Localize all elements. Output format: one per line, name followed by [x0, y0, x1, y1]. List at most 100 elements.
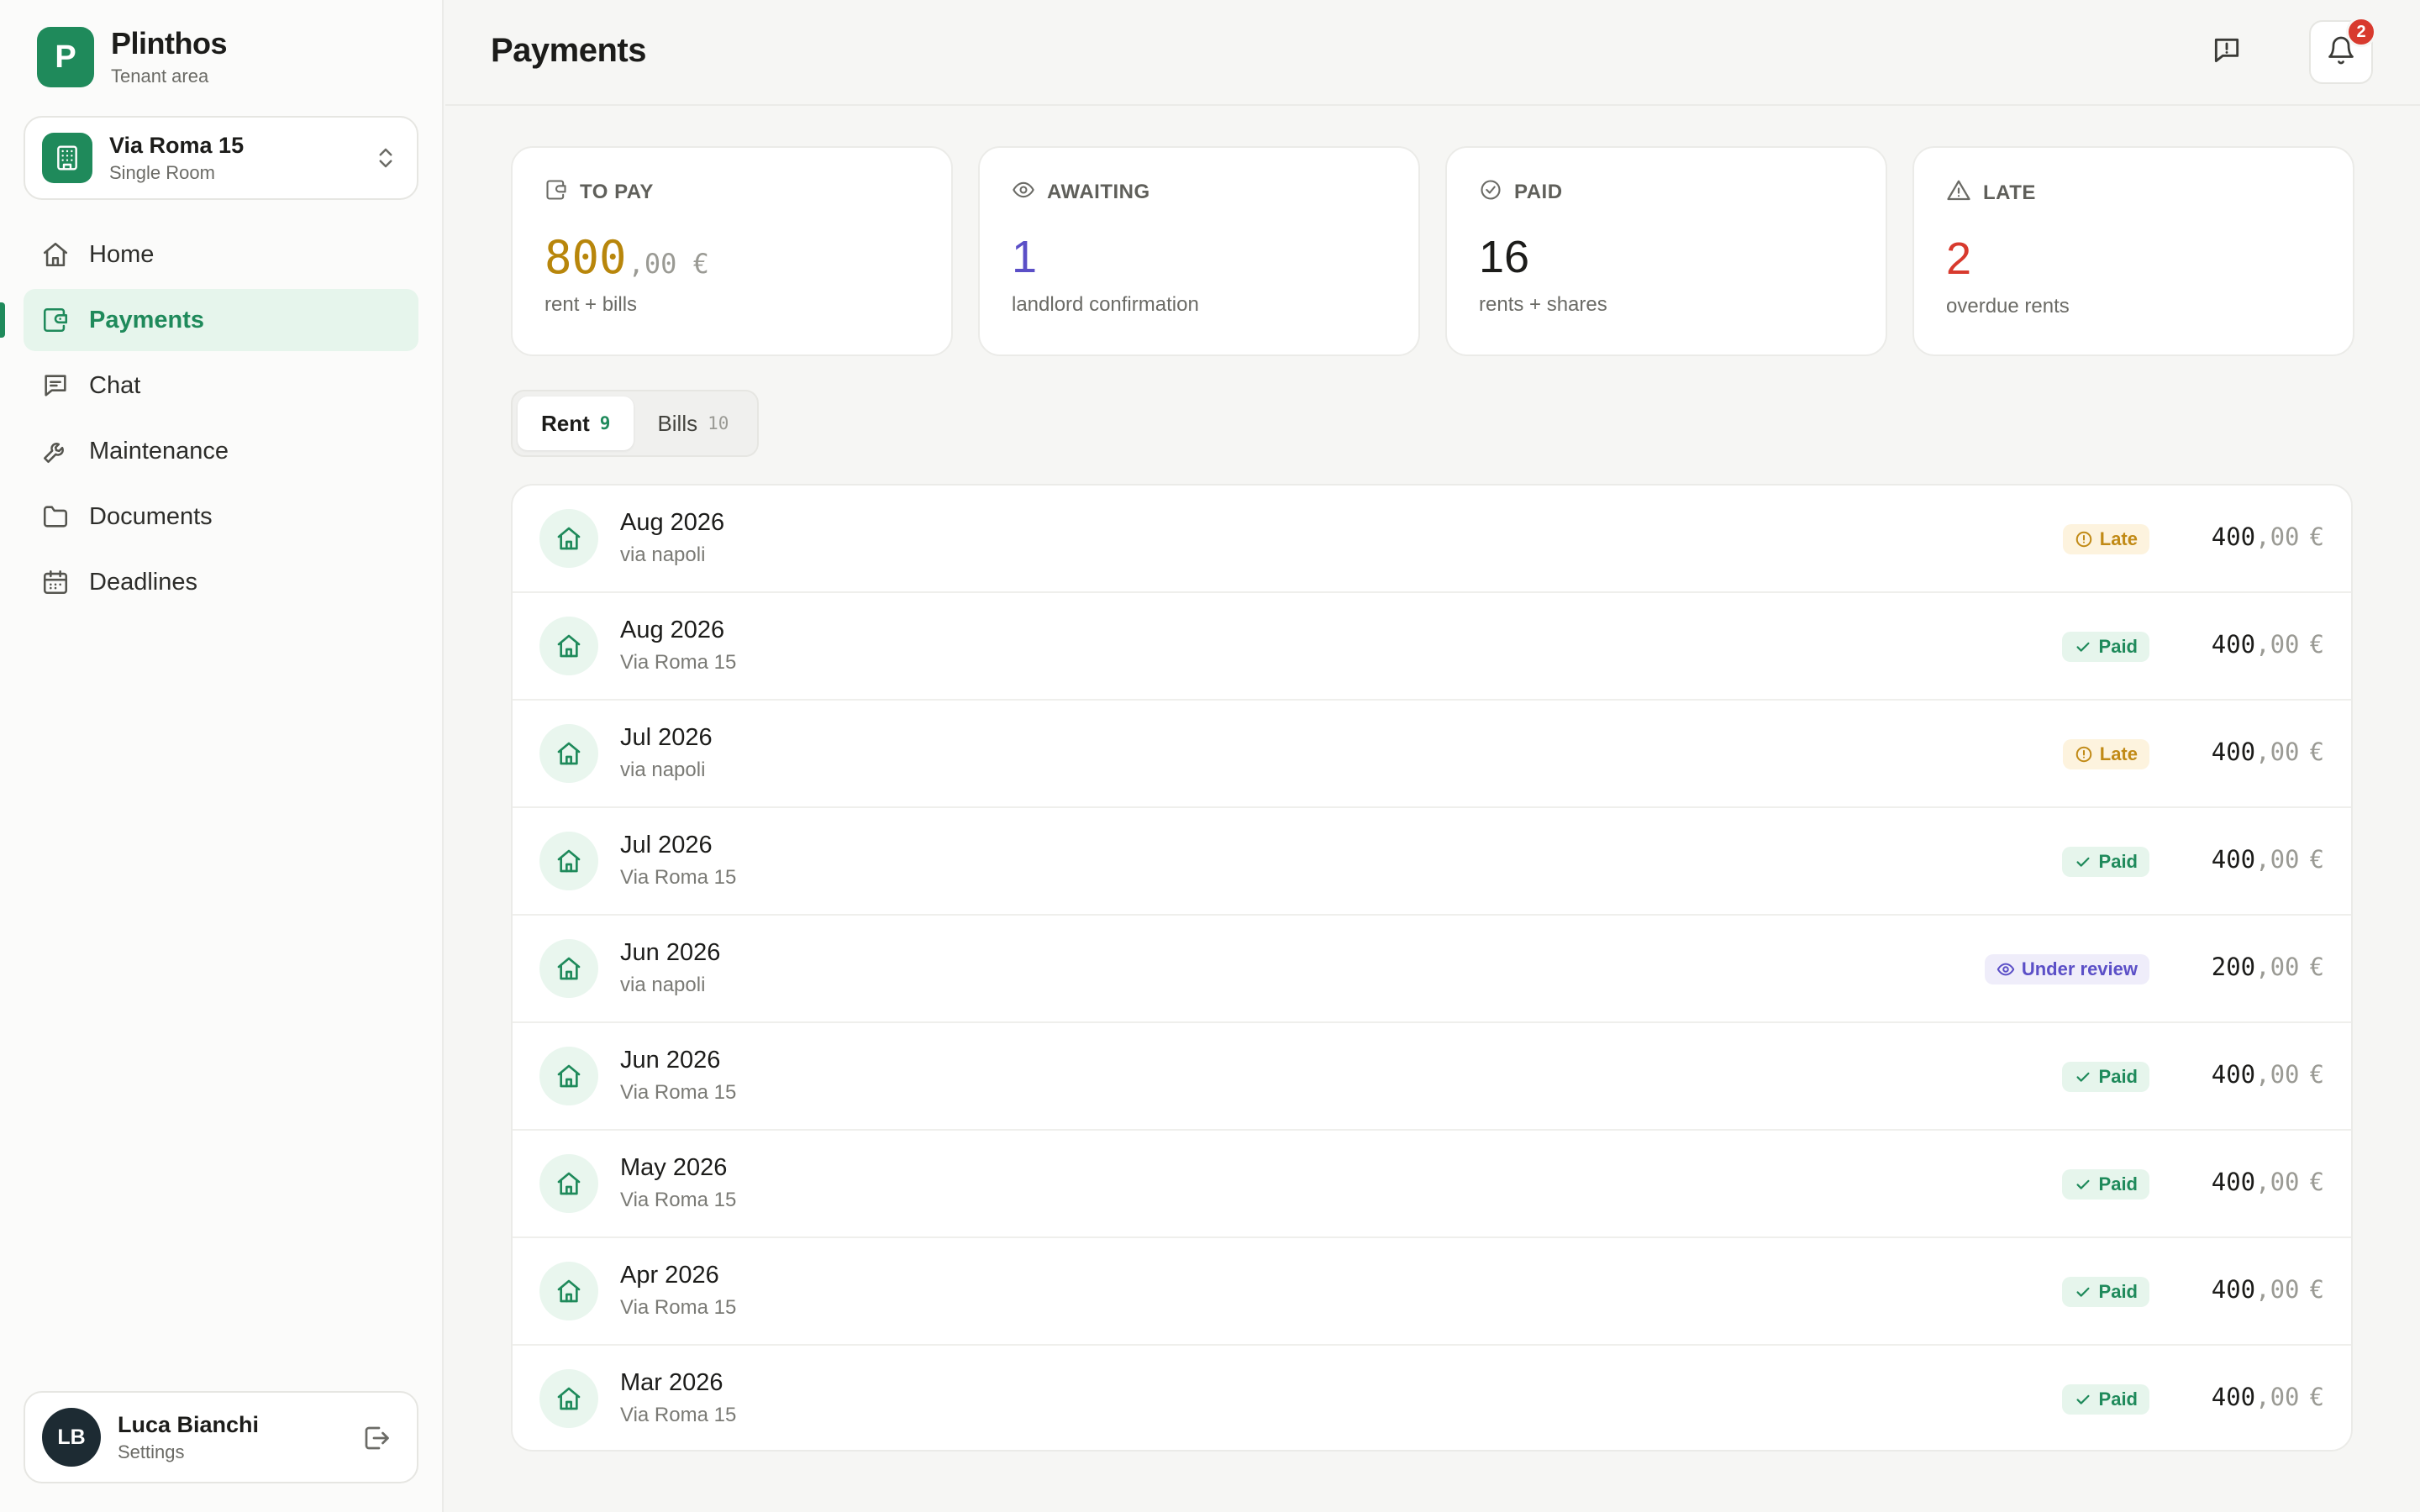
feedback-button[interactable] [2195, 20, 2259, 84]
check-icon [2074, 638, 2092, 656]
sidebar-item-payments[interactable]: Payments [0, 289, 418, 351]
payment-month: Jul 2026 [620, 832, 713, 858]
sidebar-item-home[interactable]: Home [24, 223, 418, 286]
home-icon [539, 1047, 598, 1105]
stat-subtitle: landlord confirmation [1012, 293, 1199, 316]
logout-icon[interactable] [361, 1423, 392, 1457]
payment-address: Via Roma 15 [620, 866, 737, 889]
chevron-up-down-icon [373, 143, 398, 177]
payment-month: May 2026 [620, 1154, 728, 1181]
payment-amount: 400 ,00 € [2212, 845, 2324, 874]
amount-decimals: ,00 [2255, 738, 2300, 766]
home-icon [539, 1262, 598, 1320]
home-icon [539, 724, 598, 783]
payment-month: Aug 2026 [620, 509, 725, 536]
payment-amount: 400 ,00 € [2212, 1060, 2324, 1089]
status-badge: Paid [2061, 847, 2149, 877]
payment-month: Apr 2026 [620, 1262, 719, 1289]
stats-row: TO PAY 800 ,00 € rent + bills AWAITING 1… [511, 146, 2354, 356]
check-icon [2074, 853, 2092, 871]
page-header: Payments 2 [445, 0, 2420, 106]
brand-name: Plinthos [111, 26, 228, 60]
tab-bills[interactable]: Bills 10 [634, 396, 752, 450]
property-switcher[interactable]: Via Roma 15 Single Room [24, 116, 418, 200]
amount-integer: 400 [2211, 1168, 2256, 1196]
stat-card-late: LATE 2 overdue rents [1912, 146, 2354, 356]
amount-currency: € [2309, 1383, 2324, 1411]
payment-month: Jun 2026 [620, 1047, 721, 1074]
wallet-icon [544, 178, 568, 206]
sidebar-item-deadlines[interactable]: Deadlines [24, 551, 418, 613]
payment-address: Via Roma 15 [620, 1404, 737, 1426]
notifications-button[interactable]: 2 [2309, 17, 2376, 84]
property-name: Via Roma 15 [109, 132, 245, 158]
tab-count: 10 [708, 413, 729, 433]
amount-currency: € [2309, 845, 2324, 874]
payment-amount: 400 ,00 € [2212, 630, 2324, 659]
amount-integer: 400 [2211, 1383, 2256, 1411]
payment-row[interactable]: Aug 2026 Via Roma 15 Paid 400 ,00 € [513, 593, 2351, 701]
amount-integer: 400 [2211, 845, 2256, 874]
payment-row[interactable]: Jun 2026 via napoli Under review 200 ,00… [513, 916, 2351, 1023]
payment-address: Via Roma 15 [620, 1189, 737, 1211]
status-label: Late [2099, 743, 2138, 764]
stat-subtitle: rents + shares [1479, 293, 1607, 316]
brand[interactable]: P Plinthos Tenant area [37, 26, 228, 87]
payment-amount: 400 ,00 € [2212, 1168, 2324, 1196]
status-badge: Late [2062, 739, 2149, 769]
eye-icon [1012, 178, 1035, 206]
amount-currency: € [2309, 1275, 2324, 1304]
payment-address: via napoli [620, 759, 706, 781]
stat-subtitle: overdue rents [1946, 295, 2070, 318]
home-icon [40, 239, 71, 270]
payment-address: Via Roma 15 [620, 651, 737, 674]
amount-decimals: ,00 [2255, 1383, 2300, 1411]
sidebar-item-maintenance[interactable]: Maintenance [24, 420, 418, 482]
payment-row[interactable]: Jul 2026 via napoli Late 400 ,00 € [513, 701, 2351, 808]
status-label: Paid [2098, 636, 2138, 657]
home-icon [539, 1154, 598, 1213]
payment-row[interactable]: Aug 2026 via napoli Late 400 ,00 € [513, 486, 2351, 593]
sidebar-item-label: Payments [89, 306, 205, 333]
payment-row[interactable]: Jun 2026 Via Roma 15 Paid 400 ,00 € [513, 1023, 2351, 1131]
calendar-icon [40, 567, 71, 597]
status-label: Paid [2098, 1389, 2138, 1410]
tab-rent[interactable]: Rent 9 [518, 396, 634, 450]
payment-row[interactable]: Mar 2026 Via Roma 15 Paid 400 ,00 € [513, 1346, 2351, 1450]
status-badge: Paid [2061, 1277, 2149, 1307]
stat-subtitle: rent + bills [544, 293, 638, 316]
sidebar-item-documents[interactable]: Documents [24, 486, 418, 548]
payment-row[interactable]: Jul 2026 Via Roma 15 Paid 400 ,00 € [513, 808, 2351, 916]
status-label: Paid [2098, 1066, 2138, 1087]
stat-decimals: ,00 € [628, 248, 709, 280]
amount-currency: € [2309, 1168, 2324, 1196]
wallet-icon [40, 305, 71, 335]
home-icon [539, 939, 598, 998]
payment-month: Mar 2026 [620, 1369, 723, 1396]
stat-card-paid: PAID 16 rents + shares [1445, 146, 1887, 356]
amount-integer: 400 [2211, 522, 2256, 551]
user-settings-link[interactable]: Settings [118, 1441, 259, 1463]
status-badge: Under review [1984, 954, 2149, 984]
tab-count: 9 [599, 413, 611, 433]
sidebar-item-chat[interactable]: Chat [24, 354, 418, 417]
sidebar-item-label: Chat [89, 371, 141, 399]
amount-currency: € [2309, 1060, 2324, 1089]
amount-decimals: ,00 [2255, 1168, 2300, 1196]
payment-row[interactable]: Apr 2026 Via Roma 15 Paid 400 ,00 € [513, 1238, 2351, 1346]
payment-address: Via Roma 15 [620, 1081, 737, 1104]
folder-icon [40, 501, 71, 532]
sidebar: P Plinthos Tenant area Via Roma 15 Singl… [0, 0, 444, 1512]
user-card[interactable]: LB Luca Bianchi Settings [24, 1391, 418, 1483]
payment-tabs: Rent 9 Bills 10 [511, 390, 760, 457]
check-icon [2074, 1283, 2092, 1301]
payment-address: via napoli [620, 974, 706, 996]
payment-amount: 400 ,00 € [2212, 522, 2324, 551]
sidebar-item-label: Maintenance [89, 437, 229, 465]
status-badge: Paid [2061, 1384, 2149, 1415]
payment-address: via napoli [620, 543, 706, 566]
payment-row[interactable]: May 2026 Via Roma 15 Paid 400 ,00 € [513, 1131, 2351, 1238]
status-badge: Paid [2061, 1062, 2149, 1092]
payment-amount: 400 ,00 € [2212, 1383, 2324, 1411]
message-alert-icon [2211, 34, 2243, 71]
